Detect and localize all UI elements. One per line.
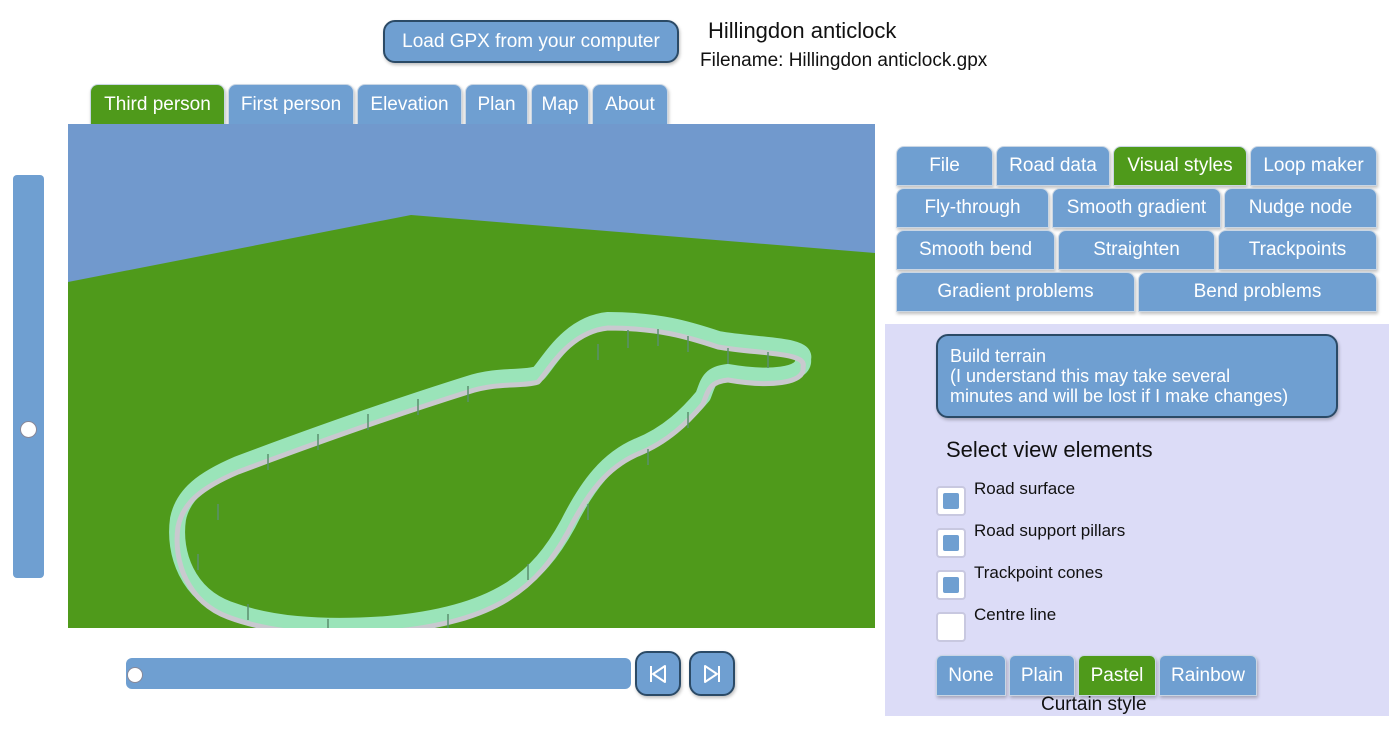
build-terrain-line-3: minutes and will be lost if I make chang…: [950, 386, 1289, 406]
filename-label: Filename: Hillingdon anticlock.gpx: [700, 50, 988, 71]
tab-file[interactable]: File: [896, 146, 993, 186]
tab-about[interactable]: About: [592, 84, 668, 124]
skip-to-end-button[interactable]: [689, 651, 735, 696]
tab-plan[interactable]: Plan: [465, 84, 528, 124]
curtain-style-label: Curtain style: [1041, 694, 1147, 715]
curtain-plain-button[interactable]: Plain: [1009, 655, 1075, 696]
tab-gradient-problems[interactable]: Gradient problems: [896, 272, 1135, 312]
track-position-handle[interactable]: [127, 667, 143, 683]
tab-third-person[interactable]: Third person: [90, 84, 225, 124]
centre-line-checkbox[interactable]: [936, 612, 966, 642]
centre-line-label: Centre line: [974, 605, 1057, 624]
tab-smooth-gradient[interactable]: Smooth gradient: [1052, 188, 1221, 228]
tab-bend-problems[interactable]: Bend problems: [1138, 272, 1377, 312]
skip-to-end-icon: [704, 664, 720, 683]
tab-fly-through[interactable]: Fly-through: [896, 188, 1049, 228]
tab-road-data[interactable]: Road data: [996, 146, 1110, 186]
skip-to-start-icon: [650, 664, 666, 683]
trackpoint-cones-checkbox[interactable]: [936, 570, 966, 600]
zoom-slider[interactable]: [13, 175, 44, 578]
track-position-slider[interactable]: [126, 658, 631, 689]
curtain-pastel-button[interactable]: Pastel: [1078, 655, 1156, 696]
tab-trackpoints[interactable]: Trackpoints: [1218, 230, 1377, 270]
road-support-pillars-label: Road support pillars: [974, 521, 1126, 540]
3d-viewport[interactable]: [68, 124, 875, 628]
zoom-slider-handle[interactable]: [20, 420, 37, 438]
tab-first-person[interactable]: First person: [228, 84, 354, 124]
curtain-none-button[interactable]: None: [936, 655, 1006, 696]
load-gpx-button[interactable]: Load GPX from your computer: [383, 20, 679, 63]
tab-straighten[interactable]: Straighten: [1058, 230, 1215, 270]
view-elements-heading: Select view elements: [946, 437, 1153, 462]
road-support-pillars-checkbox[interactable]: [936, 528, 966, 558]
road-surface-checkbox[interactable]: [936, 486, 966, 516]
curtain-rainbow-button[interactable]: Rainbow: [1159, 655, 1257, 696]
build-terrain-line-1: Build terrain: [950, 346, 1047, 366]
build-terrain-button[interactable]: Build terrain (I understand this may tak…: [936, 334, 1338, 418]
tab-visual-styles[interactable]: Visual styles: [1113, 146, 1247, 186]
tab-nudge-node[interactable]: Nudge node: [1224, 188, 1377, 228]
tab-loop-maker[interactable]: Loop maker: [1250, 146, 1377, 186]
tab-smooth-bend[interactable]: Smooth bend: [896, 230, 1055, 270]
tab-elevation[interactable]: Elevation: [357, 84, 462, 124]
tab-map[interactable]: Map: [531, 84, 589, 124]
route-title: Hillingdon anticlock: [708, 18, 897, 43]
trackpoint-cones-label: Trackpoint cones: [974, 563, 1103, 582]
skip-to-start-button[interactable]: [635, 651, 681, 696]
road-surface-label: Road surface: [974, 479, 1076, 498]
3d-scene: [68, 124, 875, 628]
build-terrain-line-2: (I understand this may take several: [950, 366, 1231, 386]
